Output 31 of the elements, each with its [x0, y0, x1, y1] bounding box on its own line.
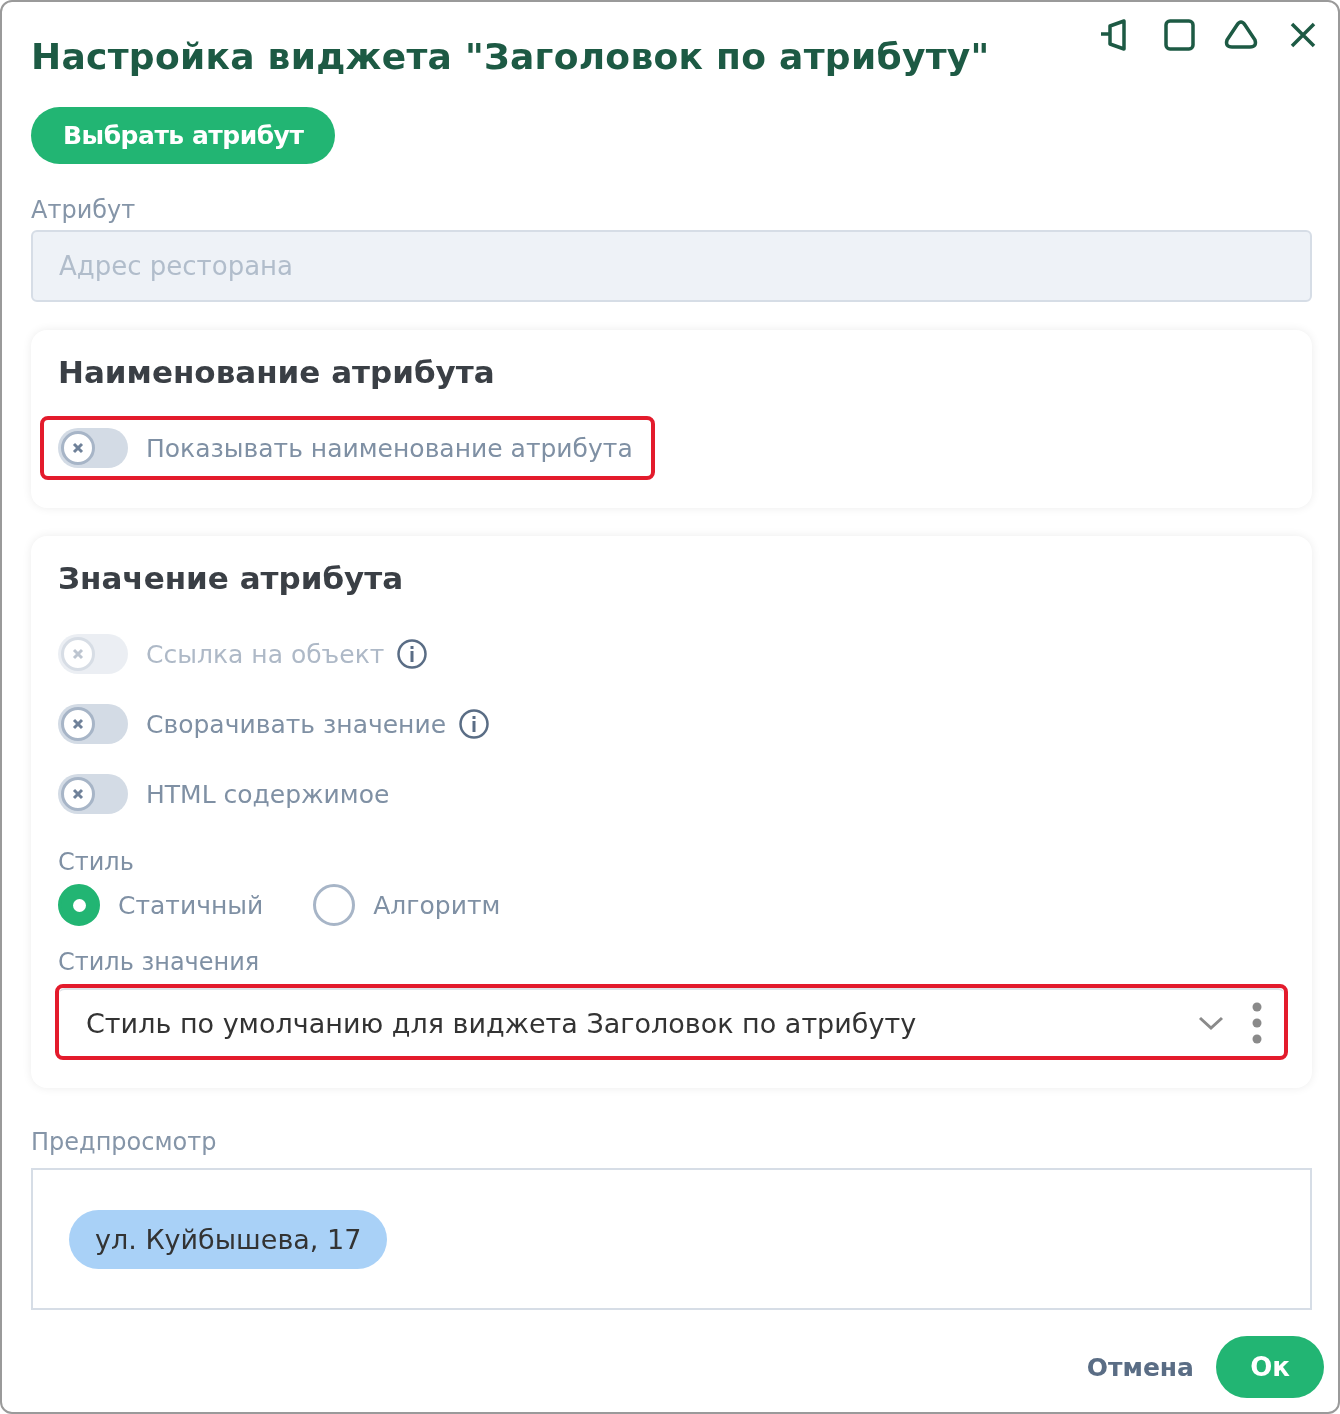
radio-option[interactable]: Статичный [58, 884, 264, 926]
toggle-switch[interactable] [58, 774, 128, 814]
more-icon[interactable] [1252, 1002, 1262, 1044]
switch-label: Ссылка на объект [146, 639, 385, 669]
cross-icon [72, 648, 84, 660]
cross-icon [72, 788, 84, 800]
attribute-field[interactable]: Адрес ресторана [31, 230, 1312, 302]
cancel-button[interactable]: Отмена [1086, 1344, 1194, 1390]
chevron-down-icon [1198, 1015, 1224, 1031]
section-title: Значение атрибута [58, 560, 405, 596]
toggle-switch[interactable] [58, 704, 128, 744]
field-label: Стиль значения [58, 948, 260, 976]
section-title: Наименование атрибута [58, 354, 496, 390]
info-icon[interactable] [458, 708, 491, 740]
cross-icon [72, 442, 84, 454]
choose-attribute-button[interactable]: Выбрать атрибут [31, 107, 336, 164]
radio-button[interactable] [58, 884, 100, 926]
preview-label: Предпросмотр [31, 1128, 217, 1156]
radio-option[interactable]: Алгоритм [313, 884, 501, 926]
address-chip: ул. Куйбышева, 17 [69, 1209, 388, 1269]
cross-icon [72, 718, 84, 730]
radio-button[interactable] [313, 884, 356, 926]
window-title: Настройка виджета "Заголовок по атрибуту" [31, 36, 990, 77]
switch-label: Сворачивать значение [146, 709, 447, 739]
toggle-switch[interactable] [58, 428, 128, 468]
switch-label: Показывать наименование атрибута [146, 433, 633, 463]
switch-label: HTML содержимое [146, 779, 390, 809]
ok-button[interactable]: Ок [1216, 1336, 1324, 1398]
field-label: Атрибут [31, 196, 136, 224]
style-dropdown[interactable]: Стиль по умолчанию для виджета Заголовок по атрибуту [59, 988, 1284, 1056]
style-label: Стиль [58, 848, 134, 876]
